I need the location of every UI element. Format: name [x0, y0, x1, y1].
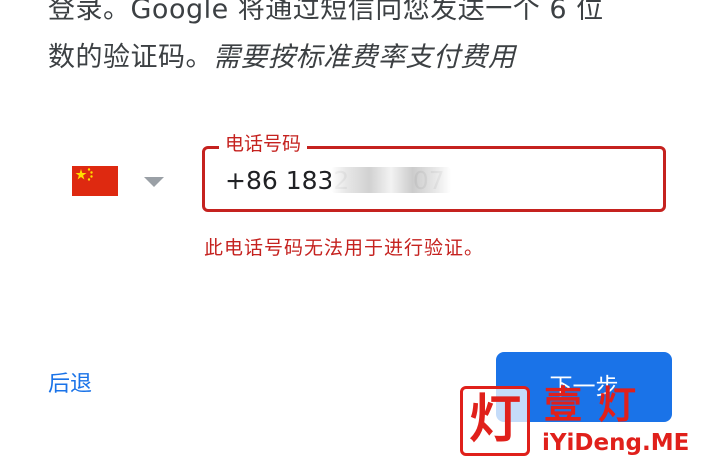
back-button[interactable]: 后退: [48, 370, 92, 400]
redaction-blur: [331, 167, 451, 193]
intro-line-2-plain: 数的验证码。: [48, 42, 213, 73]
error-message: 此电话号码无法用于进行验证。: [204, 237, 485, 259]
watermark-title: 壹灯: [544, 383, 653, 427]
caret-down-icon[interactable]: [144, 177, 164, 187]
phone-field-label: 电话号码: [219, 132, 308, 156]
verification-screen: 登录。Google 将通过短信向您发送一个 6 位 数的验证码。需要按标准费率支…: [0, 0, 720, 460]
watermark-logo: 灯 壹灯 iYiDeng.ME: [460, 383, 720, 460]
watermark-emblem: 灯: [460, 386, 530, 456]
china-flag-icon: [72, 166, 118, 196]
watermark-subtitle: iYiDeng.ME: [542, 430, 690, 456]
intro-line-2: 数的验证码。需要按标准费率支付费用: [48, 34, 688, 82]
phone-number-field[interactable]: 电话号码: [202, 132, 666, 212]
intro-text: 登录。Google 将通过短信向您发送一个 6 位 数的验证码。需要按标准费率支…: [48, 0, 688, 82]
country-selector[interactable]: [72, 166, 192, 198]
intro-line-1: 登录。Google 将通过短信向您发送一个 6 位: [48, 0, 604, 25]
rate-note: 需要按标准费率支付费用: [213, 42, 516, 73]
